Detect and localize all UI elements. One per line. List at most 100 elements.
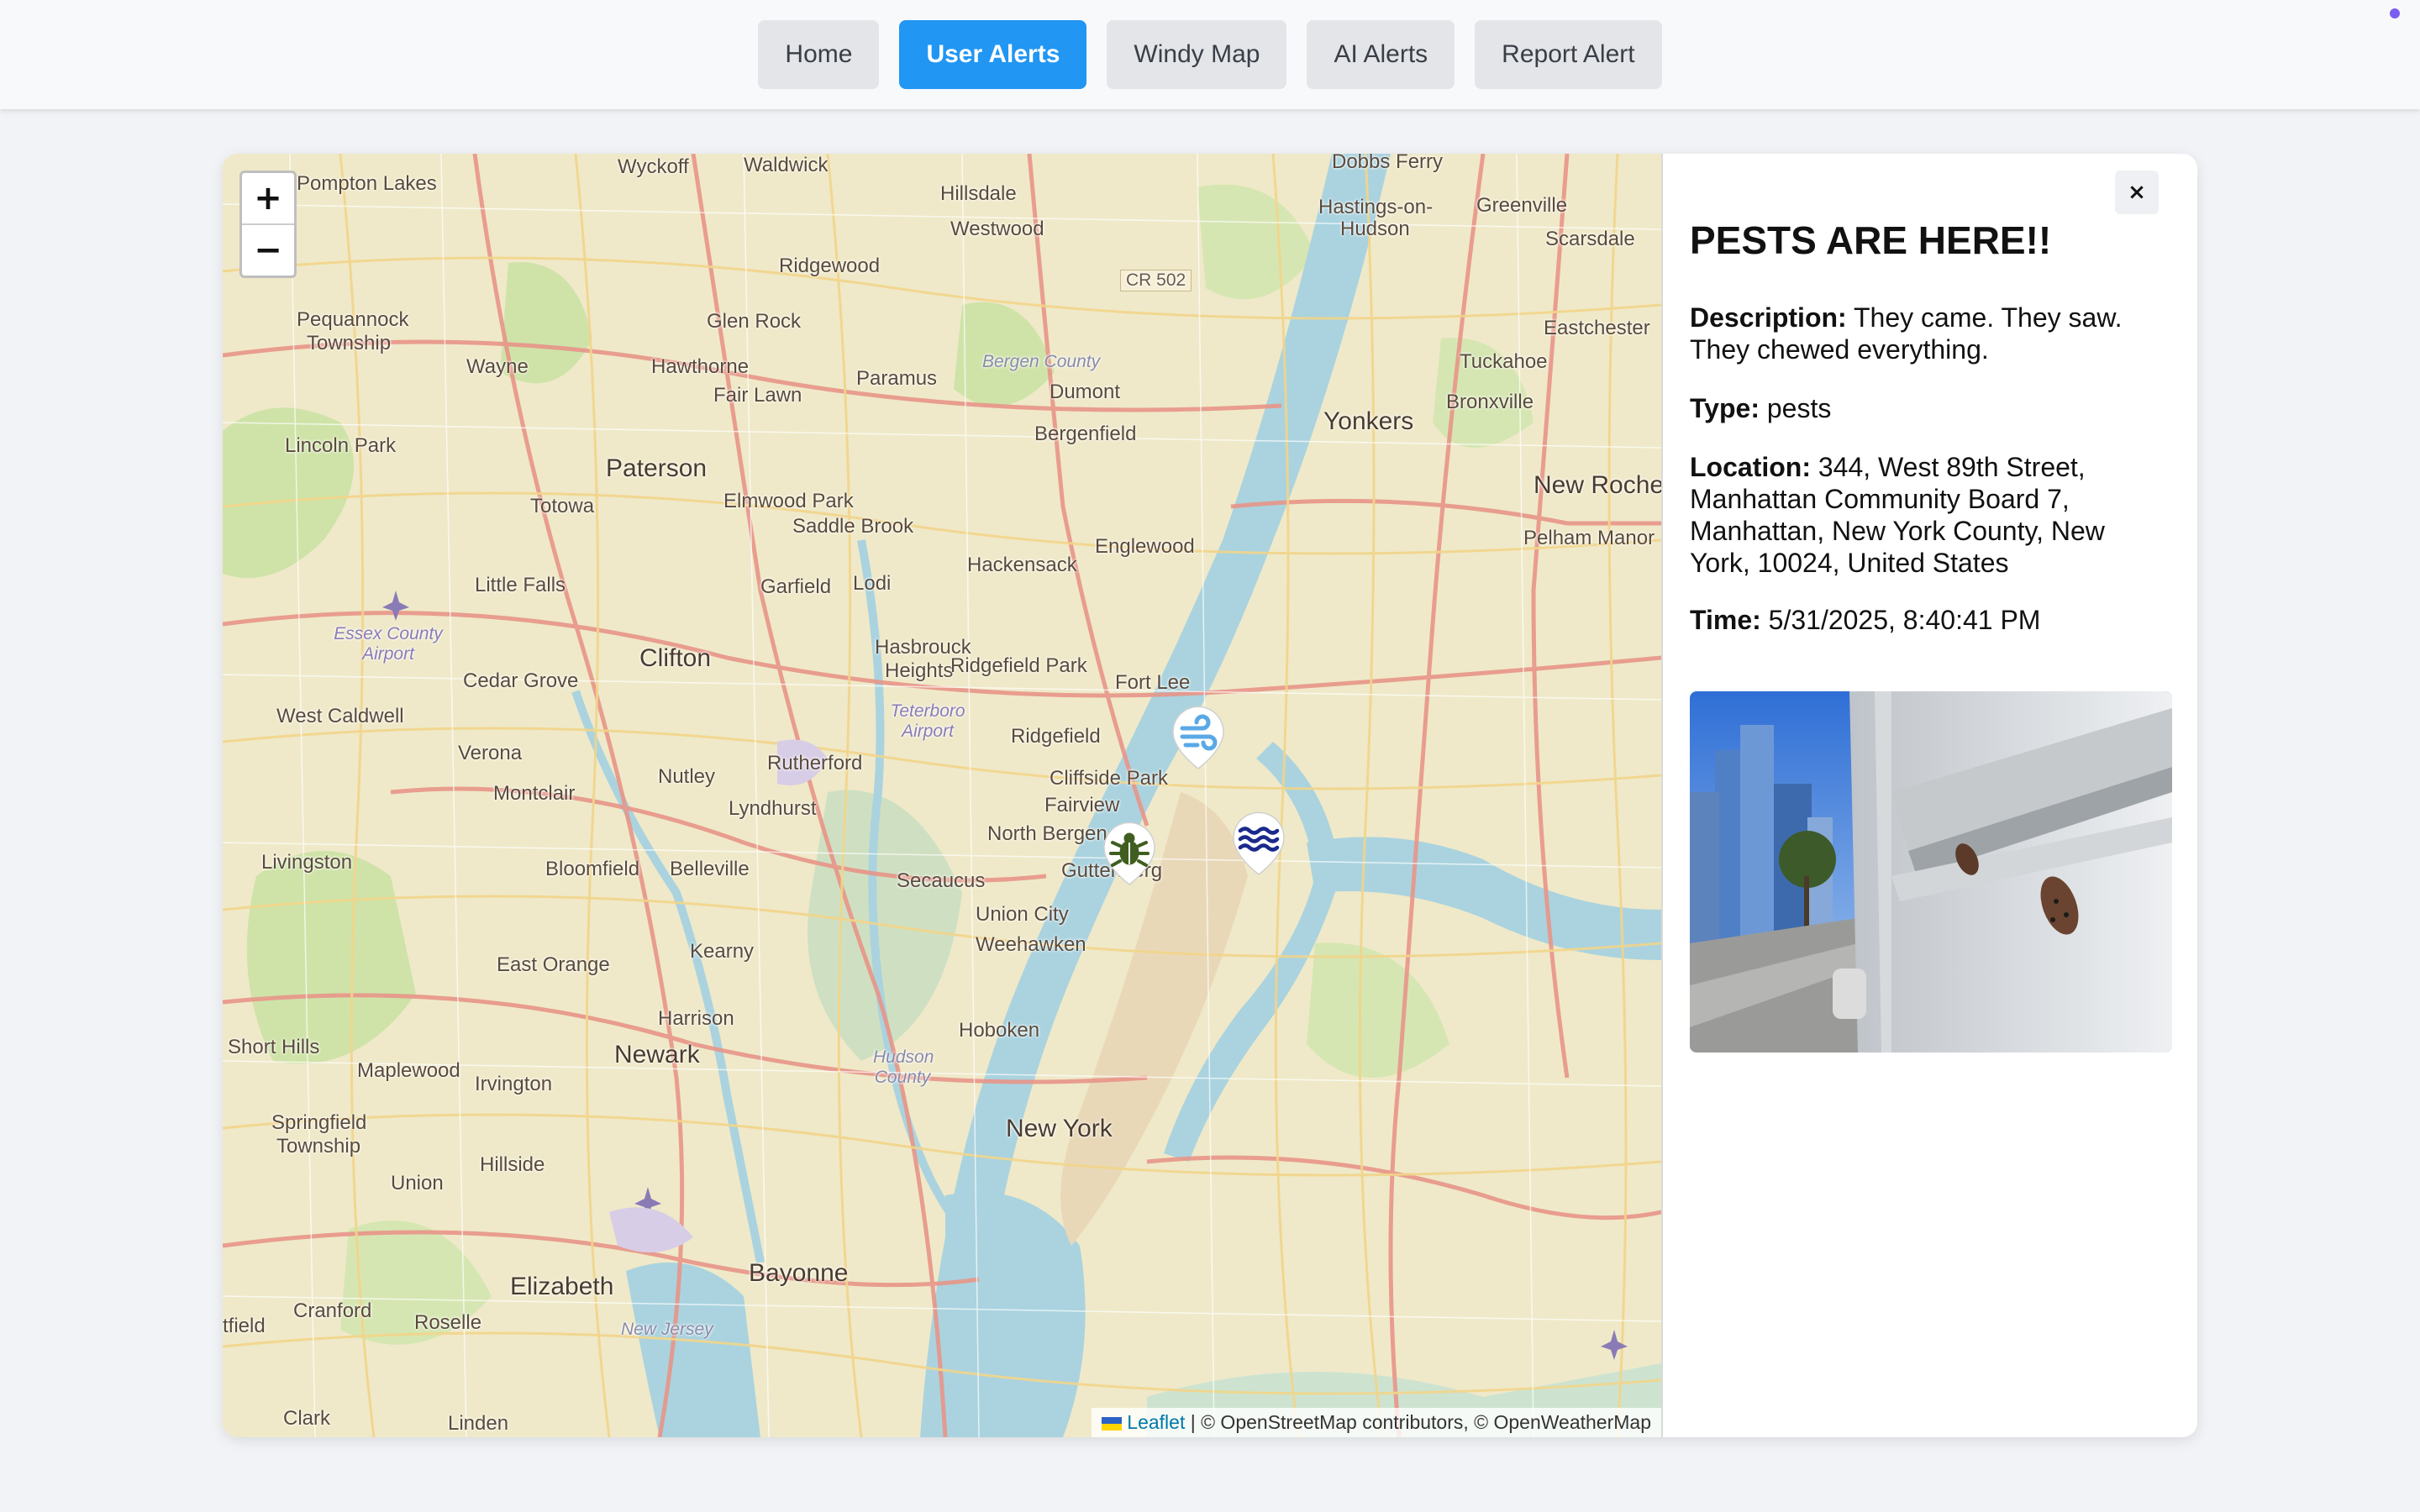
- map-label: Maplewood: [357, 1059, 460, 1082]
- type-label: Type:: [1690, 393, 1760, 423]
- map-label: Bloomfield: [545, 858, 640, 880]
- nav-report-alert-button[interactable]: Report Alert: [1475, 20, 1662, 89]
- map-label: Belleville: [670, 858, 750, 880]
- ukraine-flag-icon: [1102, 1416, 1123, 1431]
- flood-alert-marker[interactable]: [1231, 811, 1286, 876]
- map-label: Short Hills: [228, 1036, 320, 1058]
- map-label: Pompton Lakes: [297, 172, 437, 195]
- map-label: Montclair: [493, 782, 576, 805]
- water-waves-icon: [1233, 811, 1285, 875]
- map-label: Westwood: [950, 218, 1044, 240]
- map-label: Dobbs Ferry: [1332, 154, 1444, 173]
- pests-alert-marker[interactable]: [1102, 821, 1157, 886]
- map-label: tfield: [223, 1315, 266, 1337]
- map-label: New York: [1006, 1115, 1113, 1142]
- map-label: Tuckahoe: [1460, 350, 1548, 373]
- map-label: Harrison: [658, 1007, 734, 1030]
- map-label: Fort Lee: [1115, 671, 1191, 694]
- map-label: Hastings-on-: [1318, 196, 1434, 218]
- map-label: Paramus: [856, 367, 938, 390]
- map-label: Yonkers: [1323, 407, 1414, 435]
- map-label: Lincoln Park: [285, 434, 397, 457]
- map-view[interactable]: Wyckoff Waldwick Pompton Lakes Hillsdale…: [223, 154, 1663, 1437]
- map-label: Lodi: [853, 572, 892, 595]
- map-label: Lyndhurst: [729, 797, 817, 820]
- map-label: Clark: [283, 1407, 331, 1430]
- map-label: Nutley: [658, 765, 716, 788]
- map-label: Paterson: [606, 454, 708, 482]
- map-label: Heights: [885, 659, 954, 682]
- map-label: Bergen County: [982, 352, 1101, 371]
- map-label: Cliffside Park: [1050, 767, 1168, 790]
- time-label: Time:: [1690, 605, 1761, 635]
- alert-time: Time: 5/31/2025, 8:40:41 PM: [1690, 604, 2144, 636]
- map-label: Secaucus: [897, 869, 986, 892]
- map-label: East Orange: [497, 953, 610, 976]
- zoom-control: + −: [239, 171, 297, 278]
- location-label: Location:: [1690, 452, 1811, 482]
- wind-icon: [1172, 706, 1224, 769]
- alerts-card: Wyckoff Waldwick Pompton Lakes Hillsdale…: [223, 154, 2197, 1437]
- alert-title: PESTS ARE HERE!!: [1690, 218, 2052, 262]
- map-label: Garfield: [760, 575, 832, 598]
- map-label: Waldwick: [744, 154, 829, 176]
- map-label: Hillside: [480, 1153, 545, 1176]
- map-label: Bergenfield: [1034, 423, 1137, 445]
- map-label: Little Falls: [475, 574, 566, 596]
- nav-home-button[interactable]: Home: [758, 20, 880, 89]
- map-label: Township: [276, 1135, 361, 1158]
- zoom-in-button[interactable]: +: [242, 173, 294, 223]
- map-label: Hawthorne: [651, 355, 750, 378]
- map-label: Wayne: [466, 355, 529, 378]
- map-label: Elizabeth: [510, 1273, 614, 1300]
- map-label: Saddle Brook: [792, 515, 914, 538]
- map-label: Dumont: [1050, 381, 1121, 403]
- map-label: Livingston: [261, 851, 353, 874]
- map-label: Roselle: [414, 1311, 482, 1334]
- alert-location: Location: 344, West 89th Street, Manhatt…: [1690, 451, 2144, 579]
- map-label: Englewood: [1095, 535, 1195, 558]
- map-label: Union City: [976, 903, 1069, 926]
- map-attribution: Leaflet | © OpenStreetMap contributors, …: [1092, 1408, 1661, 1437]
- map-label: Scarsdale: [1545, 228, 1635, 250]
- map-label: Bayonne: [749, 1259, 849, 1287]
- map-label: Cedar Grove: [463, 669, 579, 692]
- map-label: Newark: [614, 1041, 700, 1068]
- nav-ai-alerts-button[interactable]: AI Alerts: [1307, 20, 1455, 89]
- map-label: Bronxville: [1446, 391, 1534, 413]
- map-label: Greenville: [1476, 194, 1568, 217]
- type-value: pests: [1759, 393, 1832, 423]
- map-label: Clifton: [639, 644, 712, 672]
- map-label: Hackensack: [967, 554, 1077, 576]
- time-value: 5/31/2025, 8:40:41 PM: [1760, 605, 2041, 635]
- alert-detail-panel: × PESTS ARE HERE!! Description: They cam…: [1663, 154, 2197, 1437]
- map-label: Hudson: [1340, 218, 1410, 240]
- zoom-out-button[interactable]: −: [242, 223, 294, 276]
- map-label: Hudson County: [873, 1047, 934, 1087]
- map-label: Hillsdale: [940, 182, 1017, 205]
- map-label: Hoboken: [959, 1019, 1040, 1042]
- close-panel-button[interactable]: ×: [2115, 171, 2159, 214]
- leaflet-link[interactable]: Leaflet: [1127, 1411, 1185, 1433]
- map-label: New Jersey: [621, 1320, 713, 1339]
- nav-windy-map-button[interactable]: Windy Map: [1107, 20, 1287, 89]
- map-label: Ridgefield Park: [950, 654, 1087, 677]
- map-label: Verona: [458, 742, 523, 764]
- map-label: Township: [307, 332, 392, 354]
- map-label: Linden: [448, 1412, 509, 1435]
- map-label: Fairview: [1044, 794, 1120, 816]
- map-label: Rutherford: [767, 752, 863, 774]
- map-label: Irvington: [475, 1073, 553, 1095]
- alert-description: Description: They came. They saw. They c…: [1690, 302, 2144, 365]
- map-label: CR 502: [1120, 270, 1192, 291]
- map-label: Fair Lawn: [713, 384, 802, 407]
- alert-type: Type: pests: [1690, 392, 2144, 424]
- map-label: Glen Rock: [707, 310, 802, 333]
- map-label: Essex County Airport: [334, 624, 443, 664]
- map-label: Kearny: [690, 940, 755, 963]
- map-label: Totowa: [530, 495, 595, 517]
- top-navbar: Home User Alerts Windy Map AI Alerts Rep…: [0, 0, 2420, 109]
- wind-alert-marker[interactable]: [1171, 705, 1226, 770]
- nav-user-alerts-button[interactable]: User Alerts: [899, 20, 1087, 89]
- map-label: Ridgewood: [779, 255, 881, 277]
